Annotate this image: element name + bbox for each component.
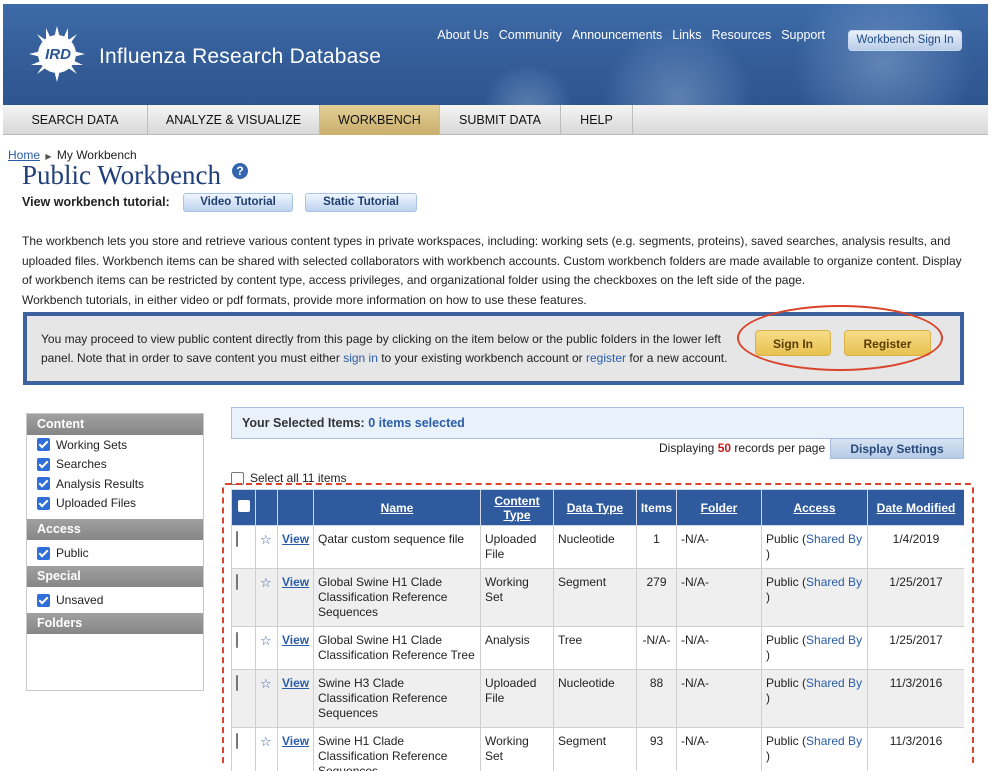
checkbox-checked[interactable] [37, 438, 50, 452]
page-title: Public Workbench [22, 160, 222, 190]
description-paragraph: The workbench lets you store and retriev… [22, 234, 951, 268]
workbench-sign-in-button[interactable]: Workbench Sign In [848, 30, 962, 51]
annotation-ellipse [737, 305, 943, 371]
notice-text-part: to your existing workbench account or [381, 351, 583, 365]
selected-count[interactable]: 0 [368, 416, 375, 430]
display-settings-button[interactable]: Display Settings [830, 438, 964, 459]
top-links: About Us Community Announcements Links R… [437, 28, 825, 42]
virus-decoration [793, 4, 973, 105]
filter-unsaved[interactable]: Unsaved [27, 587, 203, 613]
top-link-community[interactable]: Community [499, 28, 562, 42]
tutorial-label: View workbench tutorial: [22, 195, 170, 209]
nav-workbench[interactable]: WORKBENCH [320, 105, 440, 135]
notice-text: You may proceed to view public content d… [41, 330, 741, 368]
display-info: Displaying 50 records per page [659, 441, 825, 455]
checkbox-checked[interactable] [37, 457, 50, 471]
nav-help[interactable]: HELP [561, 105, 633, 135]
sidebar-head-special: Special [27, 566, 203, 587]
top-link-announcements[interactable]: Announcements [572, 28, 662, 42]
main-nav: SEARCH DATA ANALYZE & VISUALIZE WORKBENC… [3, 105, 988, 135]
display-text: Displaying [659, 441, 715, 455]
nav-analyze-visualize[interactable]: ANALYZE & VISUALIZE [148, 105, 320, 135]
sidebar-head-access: Access [27, 519, 203, 540]
filter-uploaded-files[interactable]: Uploaded Files [27, 494, 203, 514]
selected-suffix[interactable]: items selected [379, 416, 465, 430]
nav-search-data[interactable]: SEARCH DATA [3, 105, 148, 135]
selected-items-bar: Your Selected Items: 0 items selected [231, 407, 964, 439]
nav-submit-data[interactable]: SUBMIT DATA [440, 105, 561, 135]
checkbox-checked[interactable] [37, 593, 50, 607]
top-link-support[interactable]: Support [781, 28, 825, 42]
sign-in-link[interactable]: sign in [343, 351, 378, 365]
sidebar-head-folders: Folders [27, 613, 203, 634]
checkbox-checked[interactable] [37, 546, 50, 560]
filter-label: Uploaded Files [56, 496, 137, 511]
filter-label: Working Sets [56, 437, 128, 452]
sidebar-head-content: Content [27, 414, 203, 435]
static-tutorial-button[interactable]: Static Tutorial [305, 193, 417, 212]
filter-analysis-results[interactable]: Analysis Results [27, 474, 203, 494]
annotation-rectangle [222, 483, 974, 766]
site-title[interactable]: Influenza Research Database [99, 45, 381, 69]
top-link-resources[interactable]: Resources [711, 28, 771, 42]
video-tutorial-button[interactable]: Video Tutorial [183, 193, 293, 212]
filter-label: Unsaved [56, 593, 104, 607]
notice-text-part: for a new account. [629, 351, 728, 365]
records-per-page: 50 [717, 441, 732, 455]
top-link-about[interactable]: About Us [437, 28, 488, 42]
filter-sidebar: Content Working Sets Searches Analysis R… [26, 413, 204, 691]
logo-text: IRD [45, 46, 71, 63]
help-icon[interactable]: ? [232, 163, 248, 179]
virus-decoration [483, 64, 573, 105]
checkbox-checked[interactable] [37, 496, 50, 510]
filter-working-sets[interactable]: Working Sets [27, 435, 203, 455]
filter-label: Analysis Results [56, 476, 145, 491]
workbench-description: The workbench lets you store and retriev… [22, 232, 972, 310]
filter-public[interactable]: Public [27, 540, 203, 566]
selected-label: Your Selected Items: [242, 416, 365, 430]
filter-label: Searches [56, 457, 107, 472]
filter-label: Public [56, 546, 89, 560]
display-text: records per page [734, 441, 826, 455]
site-header: IRD Influenza Research Database About Us… [3, 4, 988, 105]
description-paragraph: Workbench tutorials, in either video or … [22, 292, 587, 307]
filter-searches[interactable]: Searches [27, 455, 203, 475]
checkbox-checked[interactable] [37, 477, 50, 491]
top-link-links[interactable]: Links [672, 28, 701, 42]
register-link[interactable]: register [586, 351, 626, 365]
